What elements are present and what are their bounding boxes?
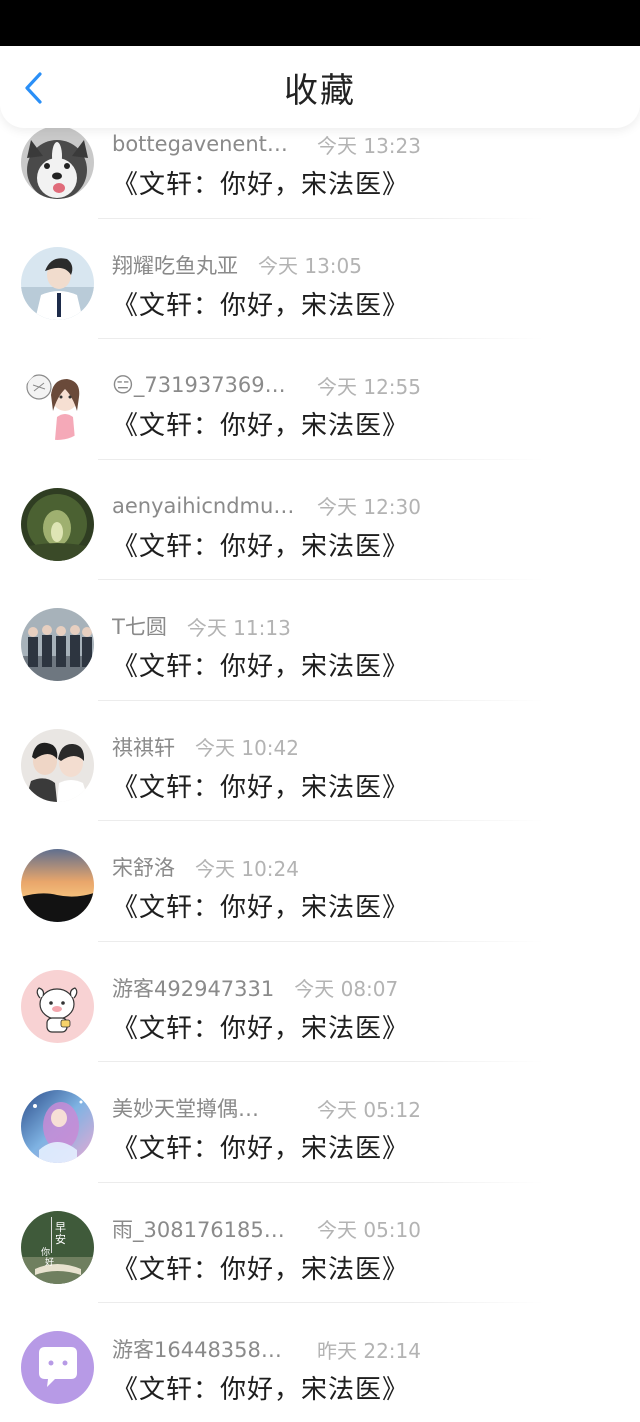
username: T七圆	[112, 615, 167, 639]
message-text: 《文轩：你好，宋法医》	[112, 531, 410, 562]
list-item[interactable]: 早 安 你 好 雨_308176185… 今天 05:10 《文轩：你好，宋法医…	[0, 1183, 640, 1303]
timestamp: 今天 08:07	[294, 977, 399, 1001]
avatar	[21, 608, 94, 681]
message-text: 《文轩：你好，宋法医》	[112, 290, 410, 321]
avatar	[21, 1090, 94, 1163]
page-title: 收藏	[284, 70, 356, 111]
timestamp: 今天 10:24	[195, 856, 299, 881]
message-text: 《文轩：你好，宋法医》	[112, 411, 410, 441]
username: 宋舒洛	[112, 856, 175, 880]
message-text: 《文轩：你好，宋法医》	[112, 893, 410, 923]
avatar	[21, 969, 94, 1043]
timestamp: 今天 13:05	[258, 254, 362, 278]
timestamp: 昨天 22:14	[317, 1338, 421, 1363]
list-item[interactable]: 宋舒洛 今天 10:24 《文轩：你好，宋法医》	[0, 821, 640, 942]
avatar: 早 安 你 好	[21, 1210, 94, 1284]
username: 翔耀吃鱼丸亚	[112, 253, 238, 278]
svg-text:你: 你	[41, 1246, 50, 1258]
message-text: 《文轩：你好，宋法医》	[112, 1254, 410, 1285]
chevron-left-icon	[23, 71, 45, 109]
message-text: 《文轩：你好，宋法医》	[112, 170, 410, 200]
timestamp: 今天 12:55	[317, 374, 421, 399]
list-item[interactable]: 😑_731937369… 今天 12:55 《文轩：你好，宋法医》	[0, 339, 640, 460]
avatar	[21, 367, 94, 440]
message-text: 《文轩：你好，宋法医》	[112, 652, 410, 682]
avatar	[21, 126, 94, 199]
username: 游客492947331	[112, 976, 275, 1001]
back-button[interactable]	[14, 70, 54, 110]
message-text: 《文轩：你好，宋法医》	[112, 1134, 410, 1164]
message-text: 《文轩：你好，宋法医》	[112, 772, 410, 803]
message-text: 《文轩：你好，宋法医》	[112, 1013, 410, 1044]
avatar	[21, 1331, 94, 1404]
svg-text:好: 好	[45, 1256, 54, 1268]
status-bar	[0, 0, 640, 46]
username: bottegavenent…	[112, 132, 288, 156]
timestamp: 今天 13:23	[317, 133, 421, 158]
list-item[interactable]: 美妙天堂撙偶… 今天 05:12 《文轩：你好，宋法医》	[0, 1062, 640, 1183]
favorites-list: bottegavenent… 今天 13:23 《文轩：你好，宋法医》 翔耀吃鱼…	[0, 98, 640, 1422]
username: 雨_308176185…	[112, 1217, 285, 1242]
list-item[interactable]: 游客16448358… 昨天 22:14 《文轩：你好，宋法医》	[0, 1303, 640, 1422]
message-text: 《文轩：你好，宋法医》	[112, 1375, 410, 1405]
avatar	[21, 849, 94, 922]
list-item[interactable]: 祺祺轩 今天 10:42 《文轩：你好，宋法医》	[0, 701, 640, 821]
username: 游客16448358…	[112, 1338, 282, 1362]
avatar	[21, 487, 94, 561]
favorites-screen: 收藏 bottegavenent… 今天 13:23 《文轩：你好，宋法医》 翔…	[0, 0, 640, 1422]
username: 美妙天堂撙偶…	[112, 1097, 259, 1121]
username: 祺祺轩	[112, 735, 175, 760]
avatar	[21, 728, 94, 802]
list-item[interactable]: T七圆 今天 11:13 《文轩：你好，宋法医》	[0, 580, 640, 701]
avatar	[21, 246, 94, 320]
username: aenyaihicndmu…	[112, 493, 295, 518]
list-item[interactable]: 游客492947331 今天 08:07 《文轩：你好，宋法医》	[0, 942, 640, 1062]
nav-header: 收藏	[0, 46, 640, 128]
list-item[interactable]: 翔耀吃鱼丸亚 今天 13:05 《文轩：你好，宋法医》	[0, 219, 640, 339]
username: 😑_731937369…	[112, 373, 286, 397]
svg-text:安: 安	[55, 1232, 66, 1246]
timestamp: 今天 12:30	[317, 495, 421, 519]
timestamp: 今天 05:10	[317, 1218, 421, 1242]
list-item[interactable]: aenyaihicndmu… 今天 12:30 《文轩：你好，宋法医》	[0, 460, 640, 580]
timestamp: 今天 11:13	[186, 615, 291, 640]
timestamp: 今天 10:42	[195, 736, 299, 760]
timestamp: 今天 05:12	[317, 1097, 421, 1122]
